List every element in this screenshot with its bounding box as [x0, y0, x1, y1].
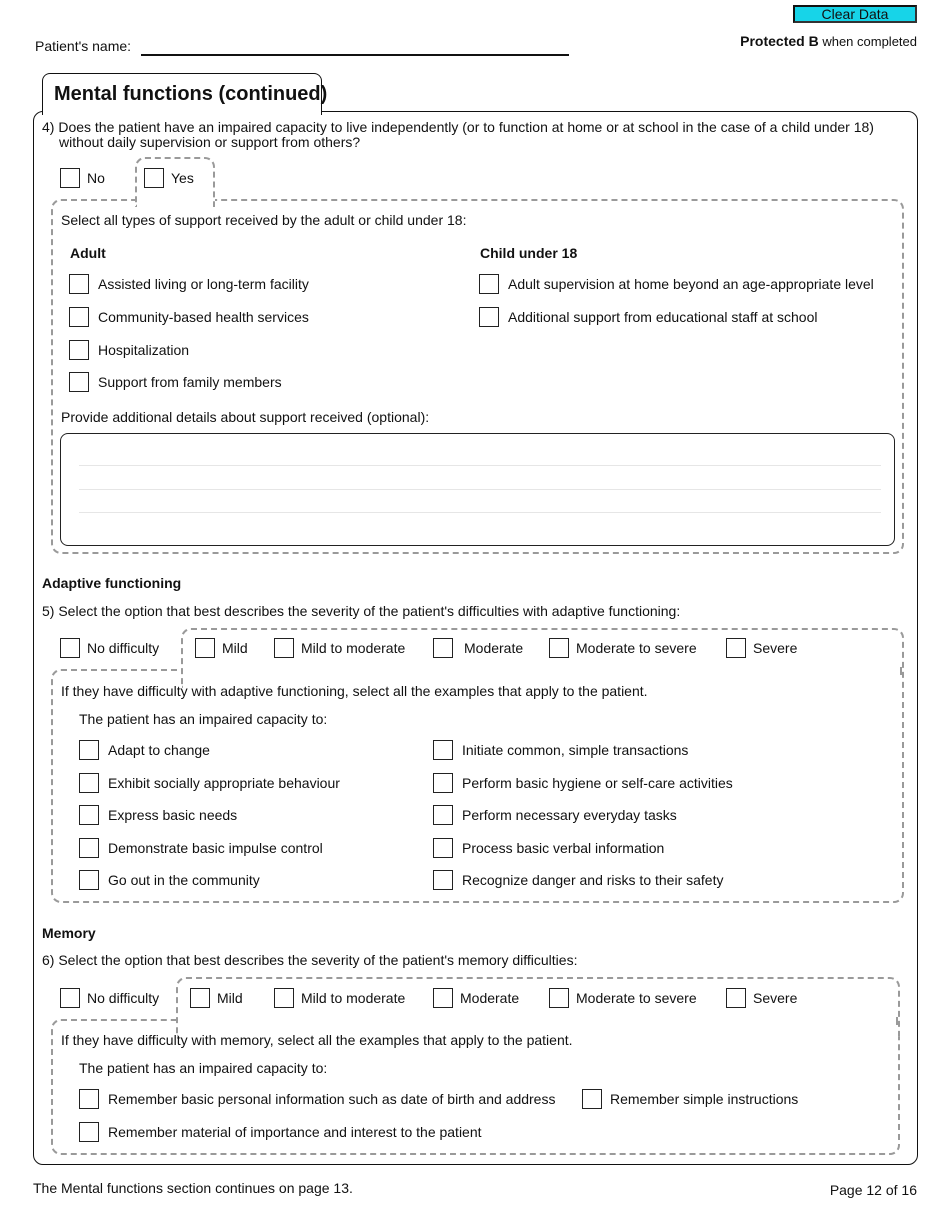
- q5-example-checkbox[interactable]: [433, 870, 453, 890]
- textarea-rule: [79, 489, 881, 490]
- q5-example-label: Go out in the community: [108, 872, 260, 888]
- q6-example-checkbox[interactable]: [582, 1089, 602, 1109]
- q5-severity-label: No difficulty: [87, 640, 160, 656]
- q6-severity-checkbox[interactable]: [274, 988, 294, 1008]
- q4-question-line1: 4) Does the patient have an impaired cap…: [42, 119, 874, 135]
- q5-example-label: Process basic verbal information: [462, 840, 665, 856]
- q6-example-label: Remember simple instructions: [610, 1091, 799, 1107]
- q4-yes-label: Yes: [171, 170, 194, 186]
- q5-severity-checkbox[interactable]: [60, 638, 80, 658]
- clear-data-button[interactable]: Clear Data: [793, 5, 917, 23]
- q6-severity-checkbox[interactable]: [726, 988, 746, 1008]
- child-heading: Child under 18: [480, 245, 578, 261]
- q5-severity-label: Moderate to severe: [576, 640, 697, 656]
- q6-capacity-label: The patient has an impaired capacity to:: [79, 1060, 328, 1076]
- q4-yes-checkbox[interactable]: [144, 168, 164, 188]
- q5-capacity-label: The patient has an impaired capacity to:: [79, 711, 328, 727]
- textarea-rule: [79, 465, 881, 466]
- q6-severity-checkbox[interactable]: [433, 988, 453, 1008]
- q6-severity-checkbox[interactable]: [549, 988, 569, 1008]
- q6-question: 6) Select the option that best describes…: [42, 952, 578, 968]
- adult-support-label: Community-based health services: [98, 309, 309, 325]
- q4-yes-tab-joint: [137, 197, 213, 203]
- patient-name-label: Patient's name:: [35, 38, 132, 54]
- q6-severity-label: No difficulty: [87, 990, 160, 1006]
- q5-example-label: Perform necessary everyday tasks: [462, 807, 677, 823]
- q5-example-checkbox[interactable]: [433, 838, 453, 858]
- adult-heading: Adult: [70, 245, 106, 261]
- q6-severity-label: Mild: [217, 990, 243, 1006]
- q6-examples-prompt: If they have difficulty with memory, sel…: [61, 1032, 573, 1048]
- memory-heading: Memory: [42, 925, 96, 941]
- q6-example-label: Remember material of importance and inte…: [108, 1124, 482, 1140]
- child-support-checkbox[interactable]: [479, 307, 499, 327]
- protected-b-notice: Protected B when completed: [740, 33, 917, 49]
- adult-support-label: Support from family members: [98, 374, 282, 390]
- q5-severity-checkbox[interactable]: [433, 638, 453, 658]
- details-label: Provide additional details about support…: [61, 409, 430, 425]
- q5-example-label: Initiate common, simple transactions: [462, 742, 689, 758]
- child-support-label: Adult supervision at home beyond an age-…: [508, 276, 874, 292]
- q6-severity-label: Severe: [753, 990, 798, 1006]
- support-prompt: Select all types of support received by …: [61, 212, 467, 228]
- protected-b-rest: when completed: [818, 34, 917, 49]
- q5-example-label: Exhibit socially appropriate behaviour: [108, 775, 340, 791]
- q5-example-label: Recognize danger and risks to their safe…: [462, 872, 724, 888]
- q5-severity-group: [181, 628, 904, 688]
- q5-severity-label: Mild: [222, 640, 248, 656]
- q5-severity-checkbox[interactable]: [726, 638, 746, 658]
- adult-support-label: Hospitalization: [98, 342, 190, 358]
- q5-severity-label: Mild to moderate: [301, 640, 406, 656]
- q5-example-checkbox[interactable]: [79, 805, 99, 825]
- q5-example-checkbox[interactable]: [433, 805, 453, 825]
- q6-severity-checkbox[interactable]: [190, 988, 210, 1008]
- patient-name-field[interactable]: [141, 54, 569, 56]
- q5-example-label: Express basic needs: [108, 807, 238, 823]
- q5-example-checkbox[interactable]: [433, 740, 453, 760]
- adult-support-checkbox[interactable]: [69, 340, 89, 360]
- q5-example-label: Demonstrate basic impulse control: [108, 840, 323, 856]
- adult-support-checkbox[interactable]: [69, 307, 89, 327]
- q5-severity-label: Severe: [753, 640, 798, 656]
- continues-note: The Mental functions section continues o…: [33, 1180, 353, 1196]
- q6-group-joint: [178, 1017, 898, 1025]
- q6-example-checkbox[interactable]: [79, 1122, 99, 1142]
- q5-question: 5) Select the option that best describes…: [42, 603, 681, 619]
- adult-support-checkbox[interactable]: [69, 372, 89, 392]
- tab-joint: [43, 108, 321, 114]
- q6-severity-label: Moderate to severe: [576, 990, 697, 1006]
- q5-example-checkbox[interactable]: [79, 838, 99, 858]
- q5-severity-checkbox[interactable]: [195, 638, 215, 658]
- q5-example-checkbox[interactable]: [79, 870, 99, 890]
- q4-no-checkbox[interactable]: [60, 168, 80, 188]
- q6-example-label: Remember basic personal information such…: [108, 1091, 556, 1107]
- q6-example-checkbox[interactable]: [79, 1089, 99, 1109]
- q5-severity-checkbox[interactable]: [549, 638, 569, 658]
- q4-question-line2: without daily supervision or support fro…: [59, 134, 361, 150]
- q6-severity-label: Mild to moderate: [301, 990, 406, 1006]
- textarea-rule: [79, 512, 881, 513]
- q5-severity-checkbox[interactable]: [274, 638, 294, 658]
- q5-example-checkbox[interactable]: [433, 773, 453, 793]
- q6-severity-checkbox[interactable]: [60, 988, 80, 1008]
- q6-severity-label: Moderate: [460, 990, 520, 1006]
- adult-support-label: Assisted living or long-term facility: [98, 276, 309, 292]
- protected-b-bold: Protected B: [740, 33, 819, 49]
- adult-support-checkbox[interactable]: [69, 274, 89, 294]
- q5-group-joint: [183, 667, 902, 675]
- adaptive-heading: Adaptive functioning: [42, 575, 182, 591]
- q5-examples-prompt: If they have difficulty with adaptive fu…: [61, 683, 648, 699]
- q5-severity-label: Moderate: [464, 640, 524, 656]
- q5-example-label: Adapt to change: [108, 742, 210, 758]
- page-number: Page 12 of 16: [829, 1182, 917, 1198]
- child-support-checkbox[interactable]: [479, 274, 499, 294]
- q5-example-checkbox[interactable]: [79, 740, 99, 760]
- section-title: Mental functions (continued): [54, 83, 328, 105]
- q5-example-checkbox[interactable]: [79, 773, 99, 793]
- child-support-label: Additional support from educational staf…: [508, 309, 818, 325]
- q5-example-label: Perform basic hygiene or self-care activ…: [462, 775, 733, 791]
- q4-no-label: No: [87, 170, 105, 186]
